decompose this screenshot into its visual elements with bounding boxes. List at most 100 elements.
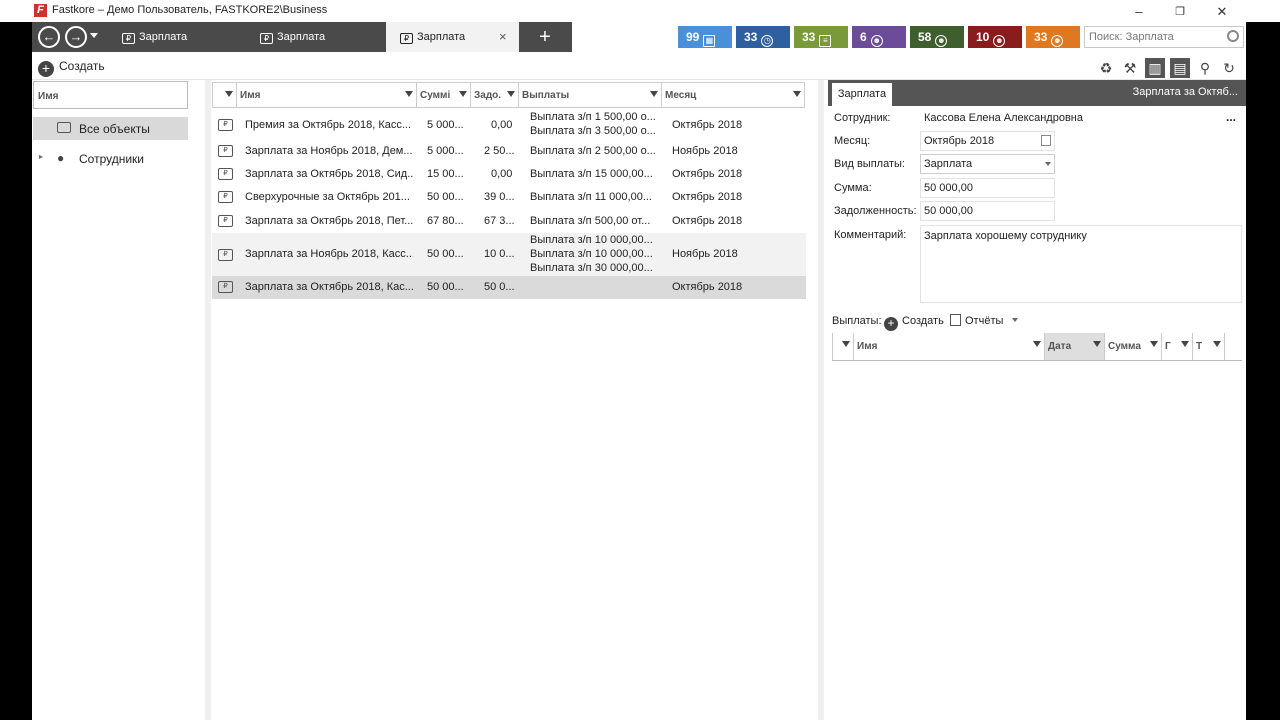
subgrid-header-t[interactable]: Т [1193, 333, 1225, 360]
column-header-name[interactable]: Имя [237, 82, 417, 108]
search-icon[interactable] [1227, 30, 1239, 42]
filter-icon[interactable] [842, 341, 850, 347]
refresh-icon[interactable]: ↻ [1219, 58, 1239, 78]
column-header-payments[interactable]: Выплаты [519, 82, 662, 108]
row-name: Зарплата за Октябрь 2018, Кас... [245, 281, 413, 293]
column-header-sum[interactable]: Суммі [417, 82, 471, 108]
table-row[interactable]: ₽ Зарплата за Октябрь 2018, Пет... 67 80… [212, 210, 806, 233]
row-sum: 50 00... [427, 281, 464, 293]
minimize-button[interactable]: – [1124, 2, 1154, 22]
badge-user-orange[interactable]: 33 ☻ [1026, 26, 1080, 48]
filter-icon[interactable] [1033, 341, 1041, 347]
subgrid-header-g-label: Г [1165, 341, 1171, 352]
filter-icon[interactable] [793, 91, 801, 97]
tab-close-icon[interactable]: × [499, 22, 507, 52]
subgrid-header-sum[interactable]: Сумма [1105, 333, 1162, 360]
column-header-month[interactable]: Месяц [662, 82, 805, 108]
forward-icon[interactable]: → [65, 26, 87, 48]
month-value: Октябрь 2018 [924, 135, 995, 147]
table-row[interactable]: ₽ Зарплата за Ноябрь 2018, Дем... 5 000.… [212, 140, 806, 163]
comment-textarea[interactable]: Зарплата хорошему сотруднику [920, 225, 1242, 303]
tools-icon[interactable]: ⚒ [1120, 58, 1140, 78]
money-icon: ₽ [122, 33, 135, 44]
debt-field[interactable]: 50 000,00 [920, 201, 1055, 221]
table-row[interactable]: ₽ Зарплата за Ноябрь 2018, Касс... 50 00… [212, 233, 806, 276]
grid-filter-column[interactable] [212, 82, 237, 108]
tree-item-all-objects[interactable]: Все объекты [33, 117, 188, 140]
column-header-sum-label: Суммі [420, 90, 451, 101]
badge-calendar[interactable]: 99 ▦ [678, 26, 732, 48]
filter-icon[interactable] [1150, 341, 1158, 347]
tab-2[interactable]: ₽ Зарплата [260, 22, 386, 52]
filter-icon[interactable] [459, 91, 467, 97]
subgrid-header-date[interactable]: Дата [1045, 333, 1105, 360]
row-month: Октябрь 2018 [672, 281, 743, 293]
filter-icon[interactable] [1213, 341, 1221, 347]
detail-tab[interactable]: Зарплата [832, 83, 892, 106]
detail-title: Зарплата за Октяб... [1132, 86, 1238, 98]
create-button-label: Создать [59, 59, 105, 73]
document-icon[interactable]: ▤ [1170, 58, 1190, 78]
subgrid-filter-column[interactable] [832, 333, 854, 360]
create-button[interactable]: + Создать [38, 58, 105, 77]
row-month: Ноябрь 2018 [672, 145, 738, 157]
row-sum: 50 00... [427, 191, 464, 203]
payments-create-button[interactable]: + Создать [884, 313, 944, 331]
tree-item-employees[interactable]: ▸ ● Сотрудники [33, 150, 188, 168]
payment-type-label: Вид выплаты: [834, 158, 905, 170]
table-row[interactable]: ₽ Сверхурочные за Октябрь 201... 50 00..… [212, 186, 806, 210]
money-icon: ₽ [400, 33, 413, 44]
binders-icon[interactable]: ▥ [1145, 58, 1165, 78]
badge-notes[interactable]: 33 ≡ [794, 26, 848, 48]
filter-icon[interactable] [650, 91, 658, 97]
history-dropdown-icon[interactable] [90, 33, 98, 38]
filter-icon[interactable] [405, 91, 413, 97]
subgrid-header-g[interactable]: Г [1162, 333, 1193, 360]
add-tab-icon[interactable]: + [532, 24, 558, 50]
tab-3-active[interactable]: ₽ Зарплата × [386, 22, 519, 52]
right-black-border [1246, 22, 1280, 720]
calendar-icon[interactable] [1041, 135, 1051, 146]
right-splitter[interactable] [818, 80, 824, 720]
row-debt: 0,00 [491, 168, 513, 180]
filter-icon[interactable] [507, 91, 515, 97]
subgrid-header-name[interactable]: Имя [854, 333, 1045, 360]
back-icon[interactable]: ← [38, 26, 60, 48]
chevron-down-icon[interactable] [1045, 162, 1051, 166]
payments-create-label: Создать [902, 315, 944, 327]
payment-type-select[interactable]: Зарплата [920, 154, 1055, 174]
reports-dropdown[interactable]: Отчёты [950, 313, 1019, 329]
filter-icon[interactable] [1181, 341, 1189, 347]
preview-icon[interactable]: ⚲ [1195, 58, 1215, 78]
close-window-button[interactable]: ✕ [1207, 2, 1237, 22]
badge-clock[interactable]: 33 ◷ [736, 26, 790, 48]
table-row-selected[interactable]: ₽ Зарплата за Октябрь 2018, Кас... 50 00… [212, 276, 806, 299]
chevron-down-icon[interactable] [1012, 318, 1019, 322]
tab-1[interactable]: ₽ Зарплата [122, 22, 262, 52]
table-row[interactable]: ₽ Зарплата за Октябрь 2018, Сид... 15 00… [212, 163, 806, 186]
badge-user-green[interactable]: 58 ☻ [910, 26, 964, 48]
filter-icon[interactable] [225, 91, 233, 97]
row-debt: 39 0... [484, 191, 515, 203]
expand-arrow-icon[interactable]: ▸ [39, 152, 43, 161]
month-field[interactable]: Октябрь 2018 [920, 131, 1055, 151]
maximize-button[interactable]: ❐ [1165, 2, 1195, 22]
search-input[interactable]: Поиск: Зарплата [1084, 26, 1244, 48]
filter-icon[interactable] [1093, 341, 1101, 347]
employee-value[interactable]: Кассова Елена Александровна [924, 112, 1083, 124]
employee-more-button[interactable]: ... [1226, 110, 1236, 124]
table-row[interactable]: ₽ Премия за Октябрь 2018, Касс... 5 000.… [212, 110, 806, 140]
left-splitter[interactable] [205, 80, 211, 720]
employee-label: Сотрудник: [834, 112, 891, 124]
row-month: Октябрь 2018 [672, 119, 743, 131]
comment-label: Комментарий: [834, 229, 907, 241]
column-header-name-label: Имя [240, 90, 261, 101]
badge-user-purple[interactable]: 6 ☻ [852, 26, 906, 48]
sum-field[interactable]: 50 000,00 [920, 178, 1055, 198]
badge-user-red[interactable]: 10 ☻ [968, 26, 1022, 48]
payment-type-value: Зарплата [924, 158, 973, 170]
column-header-debt[interactable]: Задо. [471, 82, 519, 108]
recycle-icon[interactable]: ♻ [1096, 58, 1116, 78]
detail-panel: Зарплата Зарплата за Октяб... Сотрудник:… [828, 80, 1246, 720]
plus-icon: + [38, 61, 54, 77]
